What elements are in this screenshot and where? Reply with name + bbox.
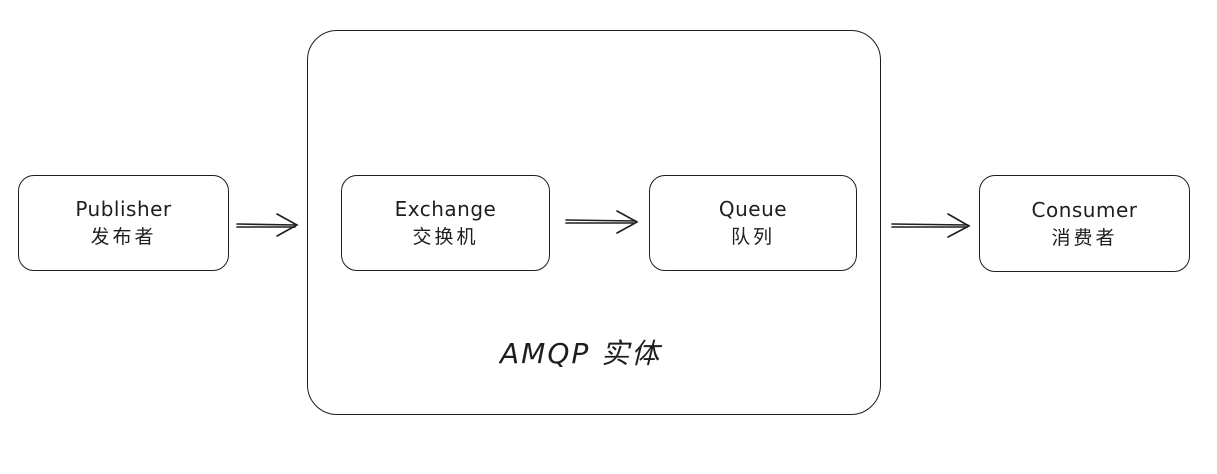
arrows-layer [236, 210, 971, 238]
arrow-publisher-to-exchange [236, 213, 299, 237]
arrow-exchange-to-queue [565, 210, 639, 234]
arrow-queue-to-consumer [891, 213, 971, 238]
